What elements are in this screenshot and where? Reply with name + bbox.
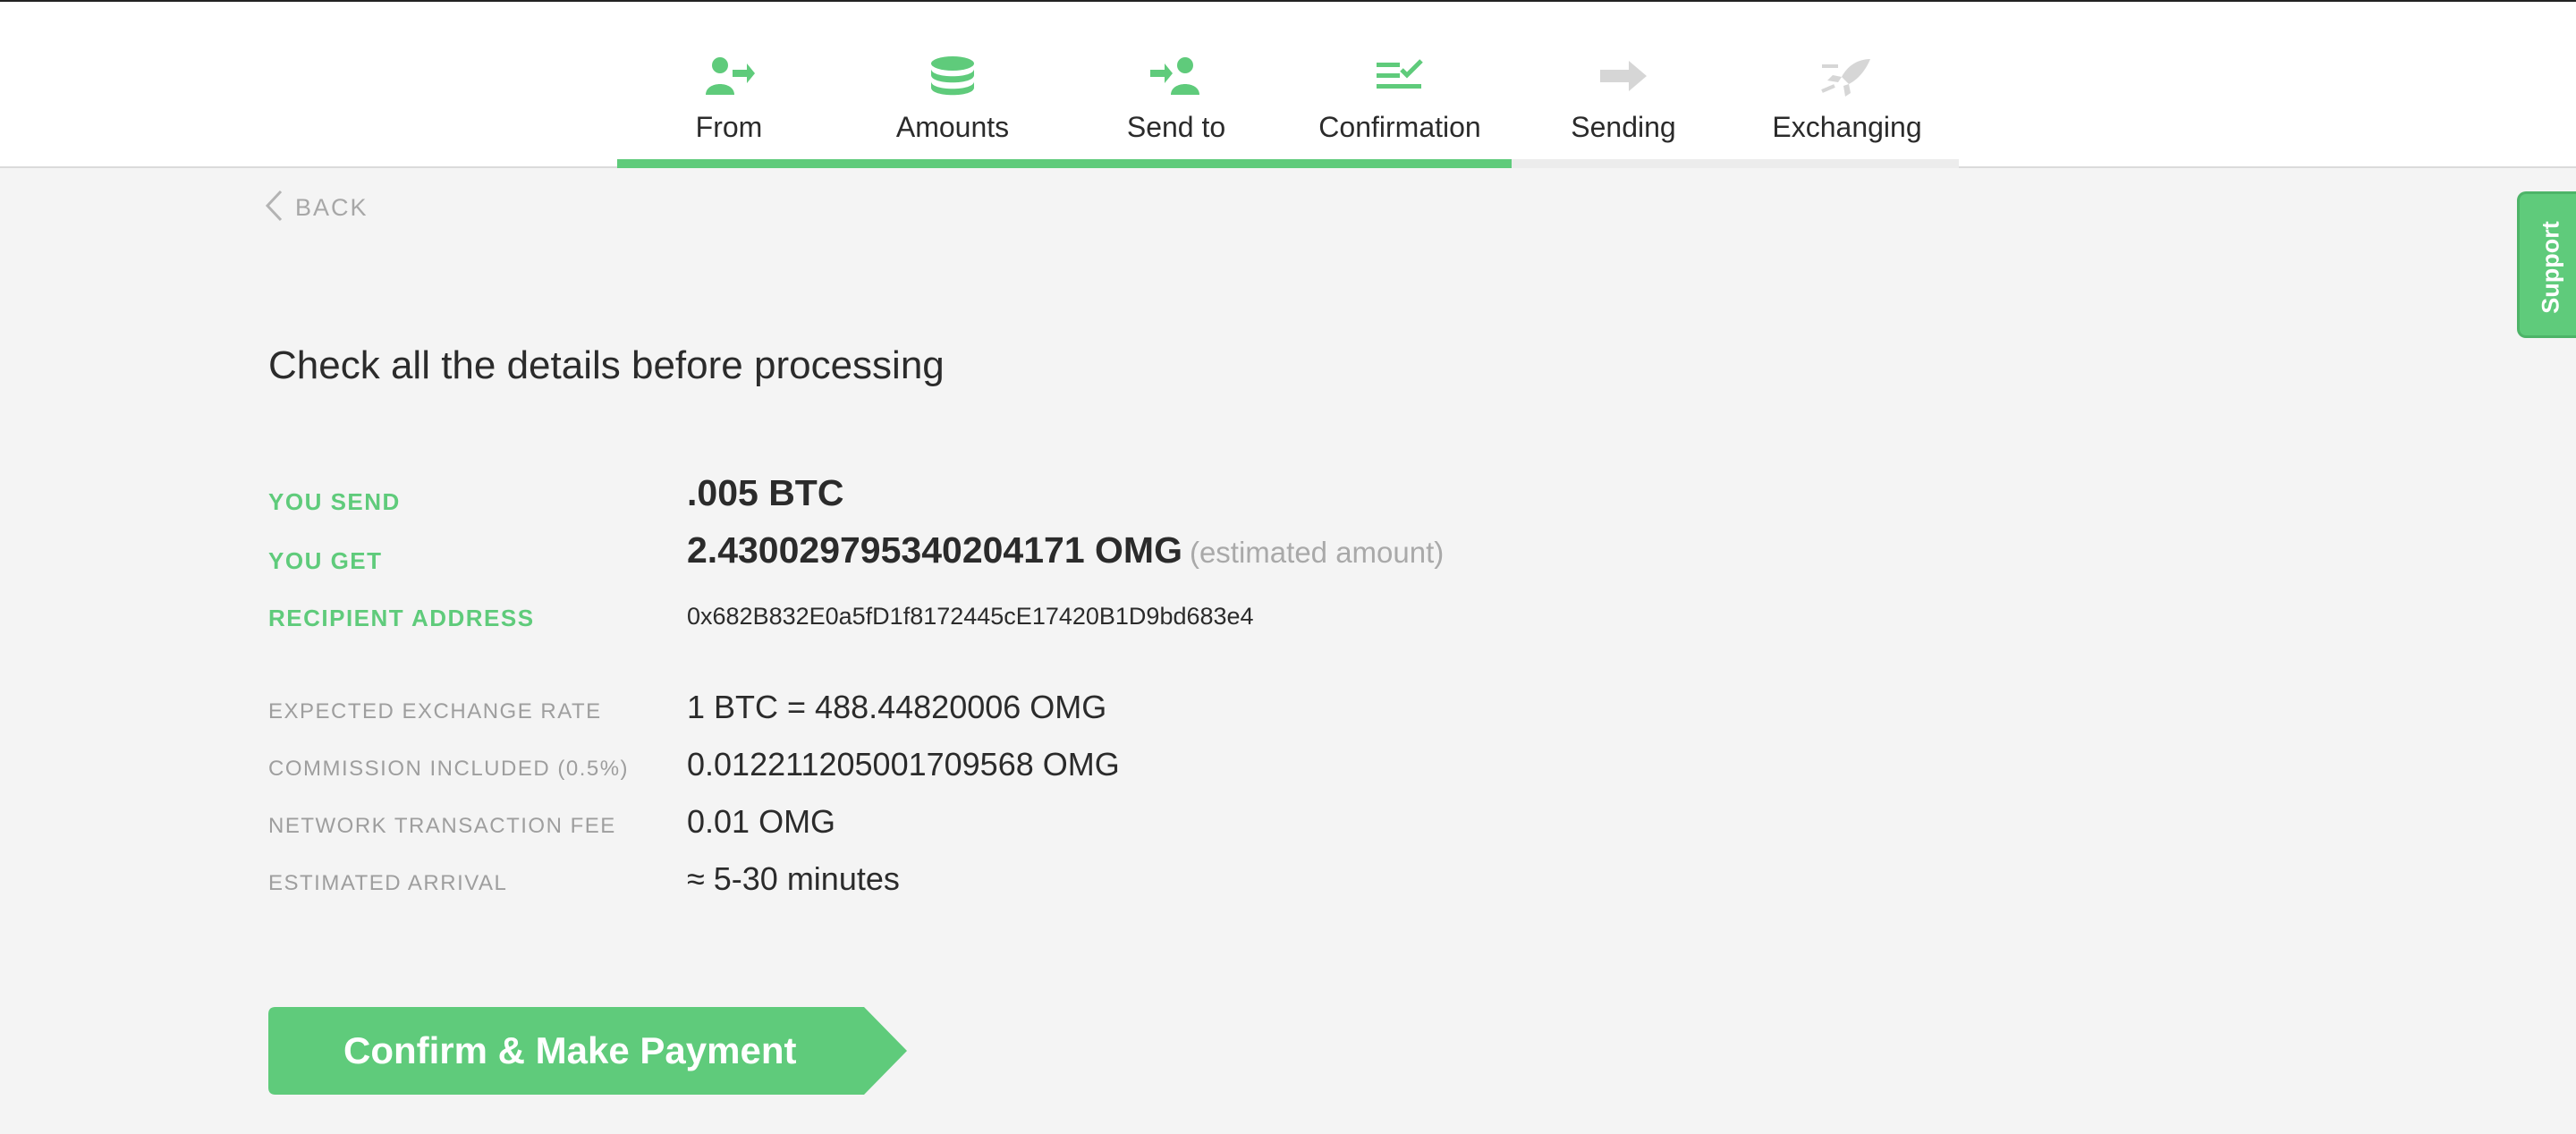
back-label: BACK — [295, 193, 369, 221]
step-label: Sending — [1571, 111, 1676, 143]
estimate-note: (estimated amount) — [1189, 536, 1445, 569]
commission-label: COMMISSION INCLUDED (0.5%) — [268, 757, 630, 781]
checklist-icon — [1373, 55, 1427, 97]
you-send-value: .005 BTC — [687, 472, 844, 513]
support-tab[interactable]: Support — [2517, 191, 2576, 338]
confirm-button-label: Confirm & Make Payment — [343, 1029, 797, 1071]
user-arrow-icon — [702, 55, 756, 97]
rocket-icon — [1820, 55, 1874, 97]
step-label: From — [695, 111, 763, 143]
support-label: Support — [2537, 221, 2564, 314]
stepper: From Amounts Send to Confirmation Sendin… — [617, 2, 1959, 168]
you-get-value: 2.430029795340204171 OMG — [687, 529, 1182, 571]
exchange-rate-label: EXPECTED EXCHANGE RATE — [268, 699, 602, 724]
arrow-right-icon — [1597, 55, 1650, 97]
step-from[interactable]: From — [617, 2, 841, 168]
you-send-label: YOU SEND — [268, 488, 401, 515]
exchange-rate-value: 1 BTC = 488.44820006 OMG — [687, 689, 1107, 725]
you-get-label: YOU GET — [268, 547, 383, 574]
recipient-address-value: 0x682B832E0a5fD1f8172445cE17420B1D9bd683… — [687, 603, 1254, 630]
step-label: Send to — [1126, 111, 1226, 143]
commission-value: 0.012211205001709568 OMG — [687, 746, 1120, 783]
estimated-arrival-value: ≈ 5-30 minutes — [687, 860, 900, 897]
progress-header: From Amounts Send to Confirmation Sendin… — [0, 0, 2576, 168]
back-link[interactable]: BACK — [265, 190, 369, 225]
step-sending[interactable]: Sending — [1512, 2, 1735, 168]
you-get-value-group: 2.430029795340204171 OMG (estimated amoun… — [687, 529, 1444, 571]
recipient-address-label: RECIPIENT ADDRESS — [268, 605, 535, 631]
progress-bar-fill — [617, 159, 1513, 168]
step-amounts[interactable]: Amounts — [841, 2, 1064, 168]
step-confirmation[interactable]: Confirmation — [1288, 2, 1512, 168]
step-label: Confirmation — [1318, 111, 1481, 143]
estimated-arrival-label: ESTIMATED ARRIVAL — [268, 871, 508, 895]
step-send-to[interactable]: Send to — [1064, 2, 1288, 168]
step-label: Exchanging — [1772, 111, 1922, 143]
network-fee-value: 0.01 OMG — [687, 803, 836, 840]
step-exchanging[interactable]: Exchanging — [1735, 2, 1959, 168]
coin-stack-icon — [926, 55, 979, 97]
progress-bar-track — [617, 159, 1959, 168]
page-title: Check all the details before processing — [268, 343, 945, 387]
network-fee-label: NETWORK TRANSACTION FEE — [268, 814, 616, 838]
confirm-payment-button[interactable]: Confirm & Make Payment — [268, 1007, 907, 1095]
step-label: Amounts — [895, 111, 1010, 143]
arrow-user-icon — [1149, 55, 1203, 97]
chevron-left-icon — [265, 190, 283, 226]
